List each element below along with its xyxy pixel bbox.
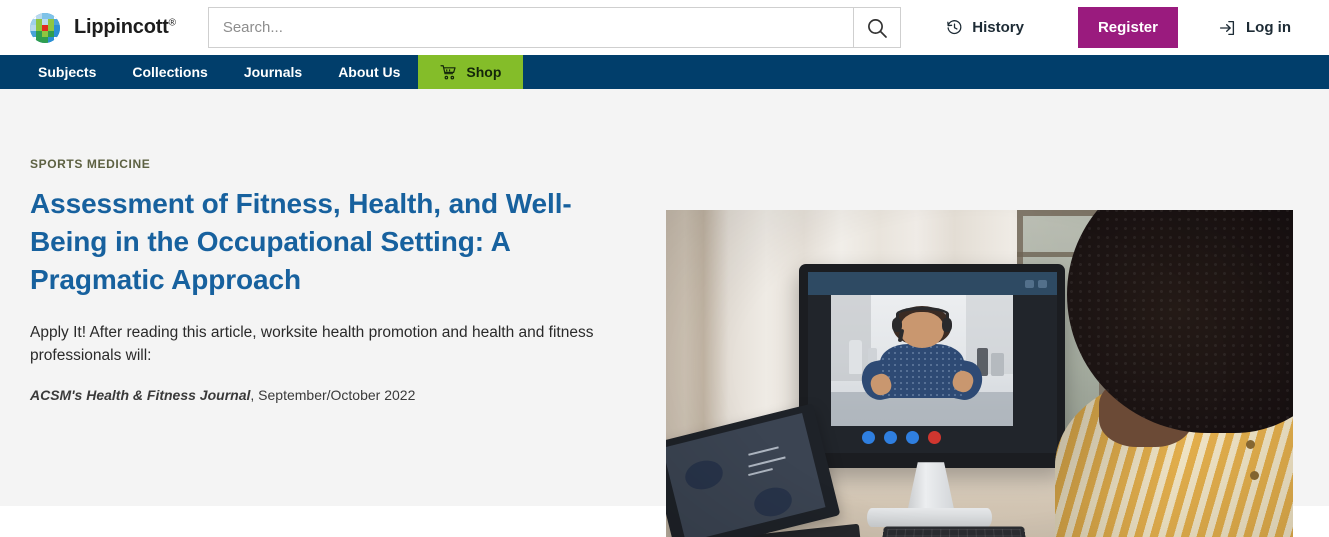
hero-category-label: SPORTS MEDICINE	[30, 157, 151, 171]
video-call-controls	[862, 430, 942, 444]
shopping-cart-icon	[440, 64, 457, 79]
video-app-titlebar	[807, 271, 1057, 296]
nav-item-subjects[interactable]: Subjects	[30, 55, 114, 89]
login-label: Log in	[1246, 19, 1291, 36]
login-button[interactable]: Log in	[1216, 11, 1293, 45]
brand-name: Lippincott®	[74, 16, 176, 38]
headset-band-icon	[895, 307, 949, 322]
main-navigation: Subjects Collections Journals About Us S…	[0, 55, 1329, 89]
hero-text-block: SPORTS MEDICINE Assessment of Fitness, H…	[30, 89, 630, 403]
end-call-icon	[928, 430, 942, 444]
search-input[interactable]	[207, 7, 853, 48]
brand-logo-link[interactable]: ▪ Lippincott®	[30, 12, 176, 43]
nav-item-journals[interactable]: Journals	[226, 55, 320, 89]
hero-citation-journal: ACSM's Health & Fitness Journal	[30, 387, 251, 403]
site-header: ▪ Lippincott® History Register	[0, 0, 1329, 55]
mic-toggle-icon	[862, 430, 876, 444]
video-call-feed	[831, 295, 1014, 426]
counter-object-one	[849, 339, 863, 374]
search-icon	[867, 18, 887, 38]
hero-article-image[interactable]	[666, 210, 1293, 537]
logo-trademark-mark: ▪	[59, 38, 60, 43]
history-clock-icon	[947, 20, 962, 35]
nav-item-shop[interactable]: Shop	[418, 55, 524, 89]
header-actions: History Register Log in	[936, 7, 1293, 48]
counter-object-four	[991, 352, 1004, 377]
hero-article-description: Apply It! After reading this article, wo…	[30, 324, 594, 364]
hero-citation-date: , September/October 2022	[250, 387, 416, 403]
nav-item-about-us[interactable]: About Us	[320, 55, 418, 89]
video-app-minimize-icon	[1025, 279, 1035, 288]
hero-article-citation: ACSM's Health & Fitness Journal, Septemb…	[30, 387, 630, 403]
sign-in-icon	[1219, 20, 1235, 35]
monitor-stand-base	[866, 507, 993, 527]
shop-label: Shop	[466, 64, 502, 80]
history-label: History	[972, 19, 1024, 36]
top-button-three	[1249, 471, 1259, 480]
share-screen-icon	[906, 430, 920, 444]
monitor-screen	[807, 271, 1057, 453]
search-submit-button[interactable]	[852, 7, 901, 48]
camera-toggle-icon	[884, 430, 898, 444]
desktop-keyboard	[880, 526, 1029, 537]
remote-person-shirt-pattern	[880, 343, 964, 399]
video-app-close-icon	[1037, 279, 1047, 288]
register-button[interactable]: Register	[1077, 7, 1178, 48]
hero-article-title-link[interactable]: Assessment of Fitness, Health, and Well-…	[30, 185, 630, 299]
hero-section: SPORTS MEDICINE Assessment of Fitness, H…	[0, 89, 1329, 537]
lippincott-globe-logo-icon: ▪	[30, 12, 60, 43]
headset-earcup-right	[942, 317, 953, 332]
history-button[interactable]: History	[936, 11, 1034, 44]
nav-item-collections[interactable]: Collections	[114, 55, 225, 89]
search-bar	[207, 7, 901, 48]
